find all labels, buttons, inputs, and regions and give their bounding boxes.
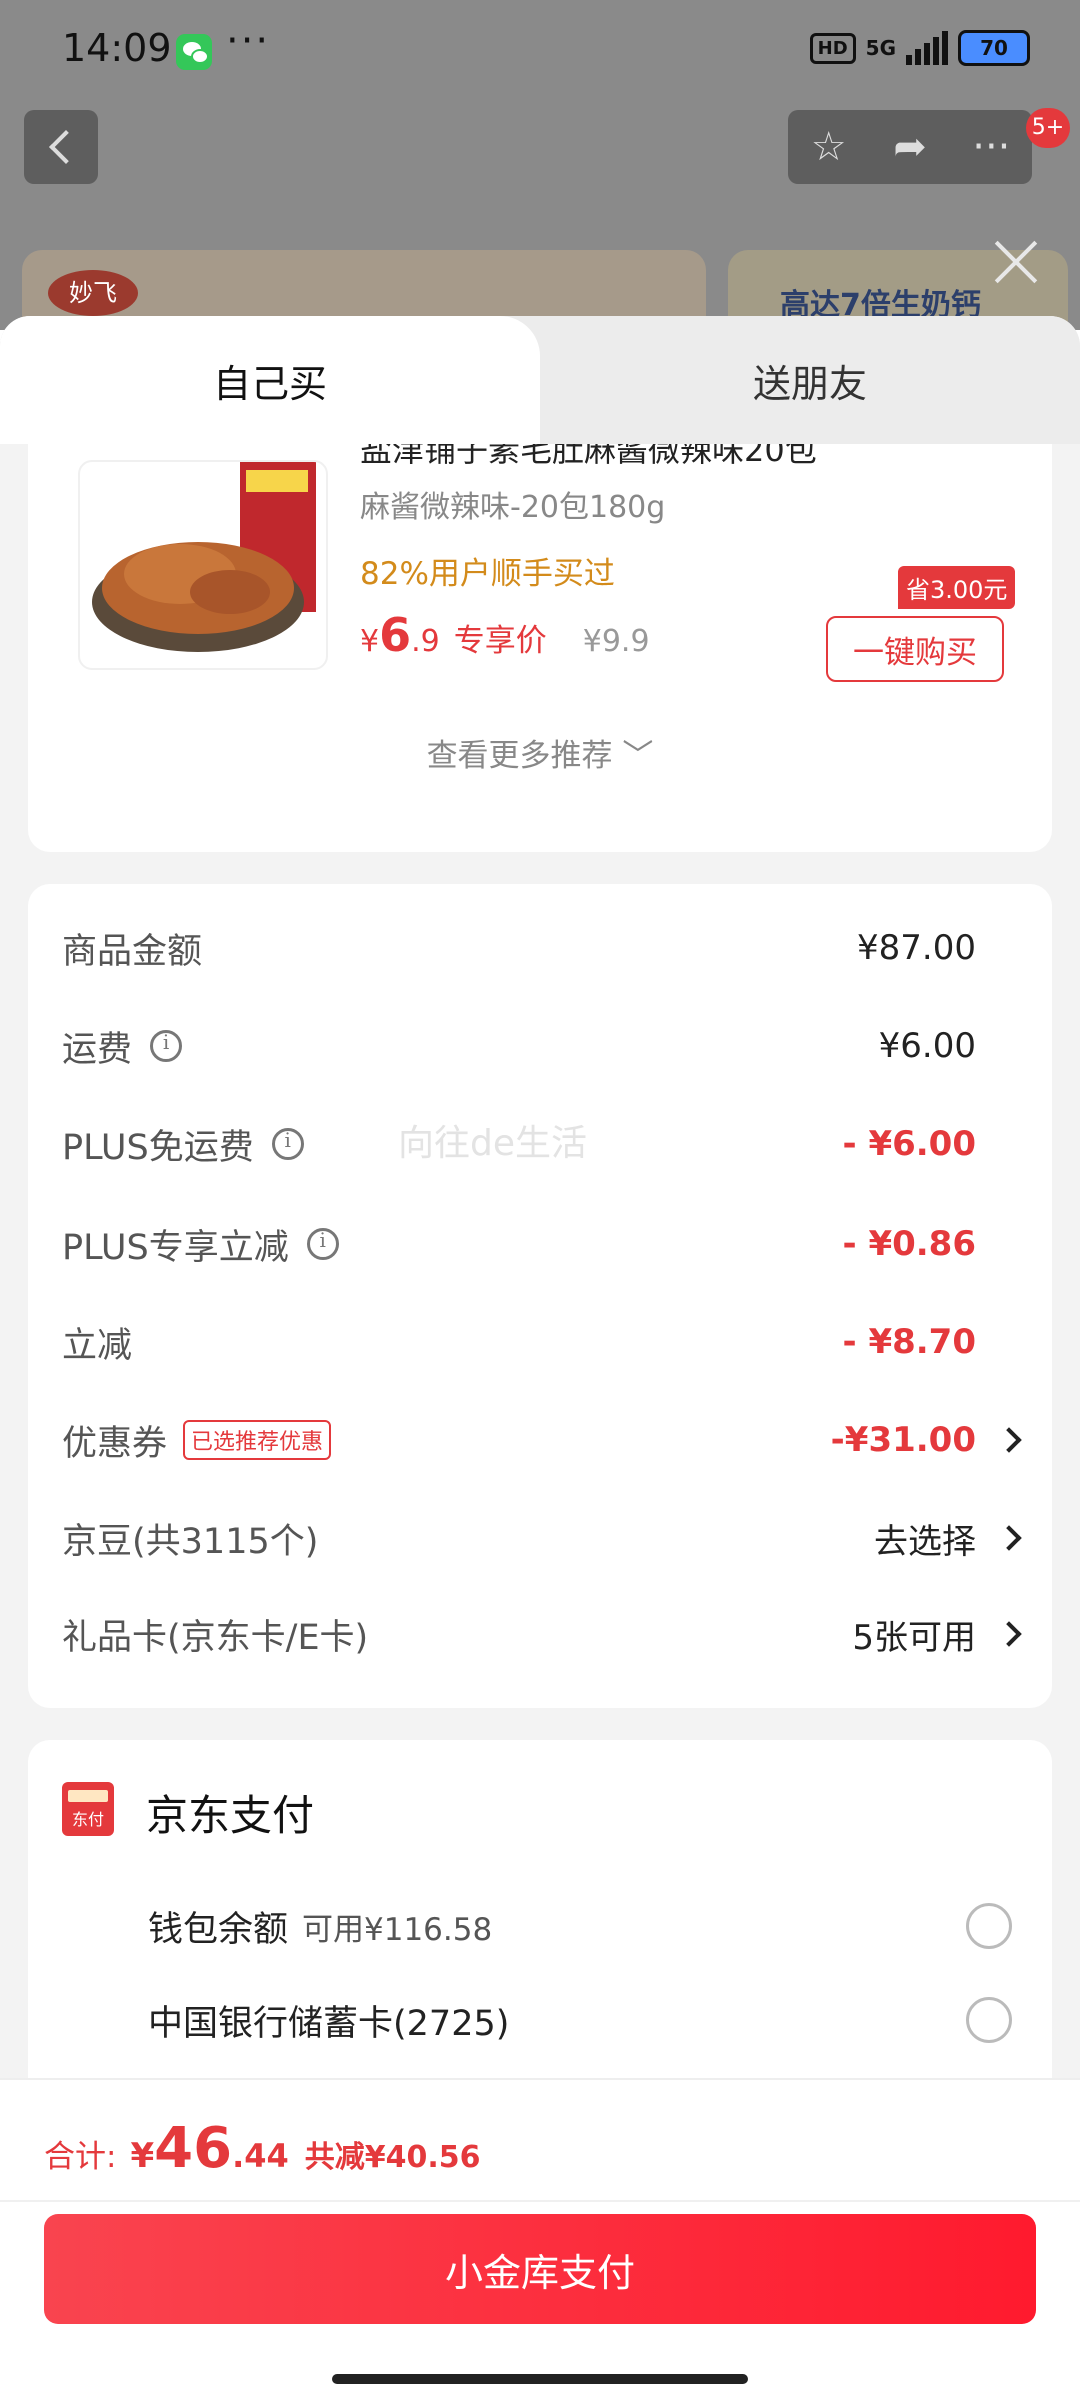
fee-label: 礼品卡(京东卡/E卡) xyxy=(62,1617,369,1658)
fee-row-goods-amount: 商品金额 ¥87.00 xyxy=(62,918,1052,978)
notification-badge: 5+ xyxy=(1026,108,1070,148)
jd-pay-logo-icon: 东付 xyxy=(62,1782,114,1836)
network-type: 5G xyxy=(865,36,896,60)
pay-button[interactable]: 小金库支付 xyxy=(44,2214,1036,2324)
total-savings: 共减¥40.56 xyxy=(304,2140,481,2175)
payment-option-available: 可用¥116.58 xyxy=(302,1911,493,1948)
header-actions: ☆ ➦ ··· xyxy=(788,110,1032,184)
fee-value: - ¥0.86 xyxy=(842,1224,977,1264)
info-icon[interactable] xyxy=(150,1030,183,1062)
tab-bar: 送朋友 自己买 xyxy=(0,316,1080,444)
divider xyxy=(0,2200,1080,2202)
one-click-buy-button[interactable]: 一键购买 xyxy=(826,616,1004,682)
original-price: ¥9.9 xyxy=(582,624,650,659)
payment-option-name: 中国银行储蓄卡(2725) xyxy=(148,2003,510,2044)
fee-value: 5张可用 xyxy=(852,1617,976,1658)
tab-buy-self[interactable]: 自己买 xyxy=(0,316,540,444)
total-amount: 合计: ¥ 46 .44 共减¥40.56 xyxy=(44,2116,481,2181)
product-spec: 麻酱微辣味-20包180g xyxy=(360,490,666,525)
fee-label: 商品金额 xyxy=(62,931,203,972)
payment-title: 京东支付 xyxy=(146,1791,315,1840)
fee-value: - ¥8.70 xyxy=(842,1322,977,1362)
payment-option-boc-card[interactable]: 中国银行储蓄卡(2725) xyxy=(148,1990,1012,2050)
fee-row-jingdou[interactable]: 京豆(共3115个) 去选择 xyxy=(62,1508,1052,1568)
total-decimal: .44 xyxy=(232,2137,289,2175)
product-price: ¥ 6 .9 专享价 ¥9.9 xyxy=(360,608,650,662)
fee-value: ¥6.00 xyxy=(878,1026,976,1066)
back-button[interactable] xyxy=(24,110,98,184)
fee-row-plus-discount: PLUS专享立减 - ¥0.86 xyxy=(62,1214,1052,1274)
fee-summary-card: 向往de生活 商品金额 ¥87.00 运费 ¥6.00 PLUS免运费 - ¥6… xyxy=(28,884,1052,1708)
favorite-star-icon[interactable]: ☆ xyxy=(788,110,869,184)
brand-logo: 妙飞 xyxy=(48,270,138,316)
fee-label: 运费 xyxy=(62,1021,183,1072)
price-symbol: ¥ xyxy=(360,624,380,659)
fee-label: 优惠券 已选推荐优惠 xyxy=(62,1415,332,1466)
radio-button[interactable] xyxy=(966,1997,1012,2043)
pay-logo-text: 东付 xyxy=(71,1810,104,1829)
price-decimal: .9 xyxy=(411,624,440,659)
fee-label: 京豆(共3115个) xyxy=(62,1521,319,1562)
battery-icon: 70 xyxy=(958,30,1030,66)
wechat-icon xyxy=(176,34,212,70)
product-title: 盐津铺子素毛肚麻酱微辣味20包 xyxy=(360,444,817,469)
chevron-right-icon xyxy=(996,1621,1022,1647)
price-integer: 6 xyxy=(379,608,412,662)
chevron-right-icon xyxy=(996,1525,1022,1551)
save-badge: 省3.00元 xyxy=(898,566,1016,609)
fee-value: 去选择 xyxy=(874,1521,976,1562)
fee-label-text: PLUS专享立减 xyxy=(62,1227,289,1268)
fee-row-shipping: 运费 ¥6.00 xyxy=(62,1016,1052,1076)
coupon-applied-tag: 已选推荐优惠 xyxy=(183,1420,332,1460)
fee-row-coupon[interactable]: 优惠券 已选推荐优惠 -¥31.00 xyxy=(62,1410,1052,1470)
fee-label-text: 运费 xyxy=(62,1029,133,1070)
hd-badge: HD xyxy=(809,32,856,64)
total-symbol: ¥ xyxy=(130,2136,155,2176)
status-bar: 14:09 ··· HD 5G 70 xyxy=(0,0,1080,104)
home-indicator[interactable] xyxy=(332,2374,748,2384)
radio-button[interactable] xyxy=(966,1903,1012,1949)
exclusive-price-label: 专享价 xyxy=(453,623,547,659)
product-buyers-rate: 82%用户顺手买过 xyxy=(360,556,615,592)
product-image[interactable] xyxy=(78,460,328,670)
fee-value: ¥87.00 xyxy=(857,928,976,968)
fee-value: -¥31.00 xyxy=(830,1420,976,1460)
chevron-right-icon xyxy=(996,1427,1022,1453)
payment-option-name: 钱包余额 xyxy=(148,1909,289,1950)
more-recommendations-link[interactable]: 查看更多推荐 ﹀ xyxy=(28,730,1052,775)
signal-icon xyxy=(906,31,948,65)
info-icon[interactable] xyxy=(271,1128,304,1160)
info-icon[interactable] xyxy=(306,1228,339,1260)
payment-option-wallet[interactable]: 钱包余额 可用¥116.58 xyxy=(148,1896,1012,1956)
total-integer: 46 xyxy=(154,2116,233,2181)
fee-label: PLUS专享立减 xyxy=(62,1219,339,1270)
recommendation-card: 盐津铺子素毛肚麻酱微辣味20包 麻酱微辣味-20包180g 82%用户顺手买过 … xyxy=(28,444,1052,852)
fee-label: 立减 xyxy=(62,1325,133,1366)
fee-value: - ¥6.00 xyxy=(842,1124,977,1164)
share-icon[interactable]: ➦ xyxy=(869,110,950,184)
more-notifications-icon: ··· xyxy=(226,18,271,64)
fee-label-text: PLUS免运费 xyxy=(62,1127,254,1168)
fee-row-plus-free-shipping: PLUS免运费 - ¥6.00 xyxy=(62,1114,1052,1174)
more-icon[interactable]: ··· xyxy=(951,110,1032,184)
fee-label-text: 优惠券 xyxy=(62,1423,168,1464)
close-icon[interactable] xyxy=(992,238,1040,286)
checkout-footer: 合计: ¥ 46 .44 共减¥40.56 小金库支付 xyxy=(0,2078,1080,2402)
fee-row-instant-discount: 立减 - ¥8.70 xyxy=(62,1312,1052,1372)
fee-row-gift-card[interactable]: 礼品卡(京东卡/E卡) 5张可用 xyxy=(62,1604,1052,1664)
tab-gift-friend[interactable]: 送朋友 xyxy=(540,316,1080,444)
status-time: 14:09 xyxy=(62,26,172,70)
total-label: 合计: xyxy=(44,2139,117,2175)
status-indicators: HD 5G 70 xyxy=(809,30,1030,66)
fee-label: PLUS免运费 xyxy=(62,1119,304,1170)
